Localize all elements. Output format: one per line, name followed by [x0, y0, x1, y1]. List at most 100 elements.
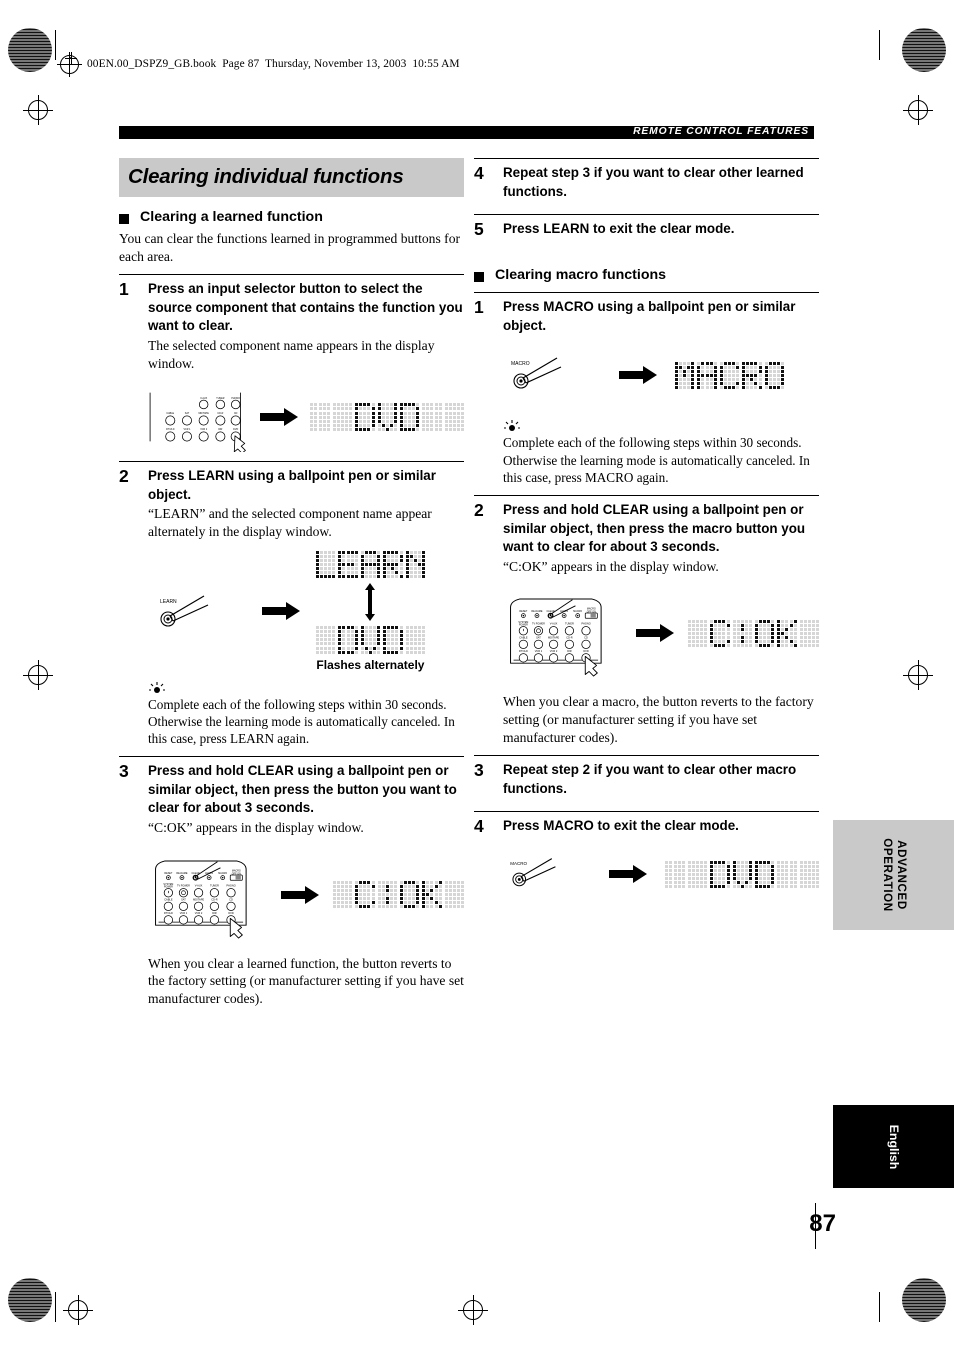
arrow-updown-icon: [365, 583, 376, 622]
lcd-character: [742, 361, 762, 390]
macro-step-1: 1 Press MACRO using a ballpoint pen or s…: [474, 292, 819, 486]
page-number: 87: [809, 1210, 836, 1237]
figure-step2-learn-press: LEARN Flashes alternately: [148, 550, 464, 672]
svg-text:SAT: SAT: [536, 636, 541, 640]
figure-macro-step4: MACRO: [503, 848, 819, 900]
svg-text:DTV/LD: DTV/LD: [166, 428, 175, 431]
step-number: 1: [119, 279, 129, 300]
lcd-character: [360, 626, 381, 654]
left-column: Clearing individual functions Clearing a…: [119, 158, 464, 1007]
step-title: Press MACRO to exit the clear mode.: [503, 818, 739, 834]
step-number: 3: [119, 761, 129, 782]
subhead-text: Clearing macro functions: [495, 267, 667, 284]
svg-text:LEARN: LEARN: [160, 599, 177, 605]
arrow-right-icon: [635, 624, 674, 643]
step-title: Press and hold CLEAR using a ballpoint p…: [503, 501, 806, 555]
lcd-character: [754, 619, 775, 648]
registration-mark-left-mid: [23, 660, 53, 690]
step-number: 2: [119, 466, 129, 487]
svg-text:CD: CD: [229, 897, 233, 901]
svg-text:MACRO: MACRO: [573, 610, 582, 613]
remote-full-diagram: RESET RE-NAME CLEAR LEARN MACRO MACRO OF…: [510, 598, 602, 677]
lcd-character: [405, 626, 425, 654]
lcd-character: [383, 626, 403, 654]
lcd-character: [377, 880, 397, 909]
step-title: Press LEARN to exit the clear mode.: [503, 221, 735, 237]
svg-text:DVD: DVD: [233, 428, 238, 431]
registration-mark-bottom-left: [63, 1295, 93, 1325]
side-tab-section-label: ADVANCED OPERATION: [880, 838, 908, 912]
corner-registration-blob-tl: [8, 28, 52, 72]
step-title: Press an input selector button to select…: [148, 281, 463, 334]
tip-bulb-icon: [148, 681, 170, 695]
svg-text:MD/TAPE: MD/TAPE: [548, 636, 559, 640]
svg-text:TV POWER: TV POWER: [177, 884, 190, 887]
crop-mark-bl-v: [55, 1292, 56, 1322]
step-2-left: 2 Press LEARN using a ballpoint pen or s…: [119, 461, 464, 747]
book-file-header-text: 00EN.00_DSPZ9_GB.book Page 87 Thursday, …: [87, 58, 460, 70]
lcd-character: [732, 619, 752, 648]
corner-registration-blob-bl: [8, 1278, 52, 1322]
square-bullet-icon: [119, 214, 129, 224]
lcd-character: [338, 626, 358, 654]
svg-text:DIR: DIR: [567, 649, 572, 653]
svg-text:DIR: DIR: [212, 911, 217, 915]
arrow-right-icon: [262, 602, 300, 621]
svg-text:RE-NAME: RE-NAME: [176, 872, 187, 875]
pen-press-macro-diagram: MACRO: [511, 357, 562, 389]
tip-text: Complete each of the following steps wit…: [503, 435, 810, 485]
figure-step1-input-selector: V-AUX TUNER PHONO CABLE SAT MD/TAPE CD-R…: [148, 382, 464, 453]
tip-note-left: Complete each of the following steps wit…: [148, 681, 464, 748]
running-head-label: REMOTE CONTROL FEATURES: [633, 126, 809, 137]
registration-mark-left-top: [23, 95, 53, 125]
lcd-character: [799, 619, 819, 648]
crop-mark-tl-v: [55, 30, 56, 60]
registration-mark-right-mid: [903, 660, 933, 690]
right-column: 4 Repeat step 3 if you want to clear oth…: [474, 158, 819, 900]
corner-registration-blob-tr: [902, 28, 946, 72]
lcd-character: [316, 626, 336, 654]
svg-text:DTV/LD: DTV/LD: [164, 911, 173, 915]
tip-text: Complete each of the following steps wit…: [148, 696, 455, 747]
registration-mark-bottom-center: [458, 1295, 488, 1325]
svg-text:VCR 2: VCR 2: [200, 428, 208, 431]
lcd-display-macro-step4: [665, 860, 819, 889]
macro-step-2: 2 Press and hold CLEAR using a ballpoint…: [474, 494, 819, 746]
svg-text:DVD: DVD: [583, 649, 589, 653]
pen-press-learn-diagram: LEARN: [160, 595, 209, 627]
svg-text:DTV/LD: DTV/LD: [519, 649, 528, 653]
lcd-display-macro-step1: [675, 361, 784, 390]
svg-text:SAT: SAT: [181, 897, 186, 901]
lcd-character: [338, 550, 358, 579]
svg-text:V-AUX: V-AUX: [550, 622, 558, 626]
lcd-character: [799, 860, 819, 889]
lcd-character: [777, 860, 797, 889]
subhead-clearing-learned-function: Clearing a learned function: [119, 208, 464, 227]
svg-text:RE-NAME: RE-NAME: [531, 610, 542, 613]
lcd-character: [399, 880, 420, 909]
svg-text:PHONO: PHONO: [581, 622, 590, 626]
lcd-character: [710, 860, 730, 889]
svg-text:VCR 2: VCR 2: [195, 911, 203, 915]
lcd-character: [764, 361, 784, 390]
lcd-character: [360, 550, 381, 579]
step-number: 2: [474, 499, 484, 520]
svg-text:MD/TAPE: MD/TAPE: [199, 412, 210, 415]
step-title: Repeat step 2 if you want to clear other…: [503, 762, 797, 796]
crop-mark-br-v: [879, 1292, 880, 1322]
lcd-character: [444, 403, 464, 431]
subhead-clearing-macro-functions: Clearing macro functions: [474, 266, 819, 285]
side-tab-advanced-operation: ADVANCED OPERATION: [833, 820, 954, 930]
svg-text:CD-R: CD-R: [211, 897, 218, 901]
remote-selector-diagram: V-AUX TUNER PHONO CABLE SAT MD/TAPE CD-R…: [149, 392, 246, 453]
subhead-text: Clearing a learned function: [140, 209, 323, 225]
svg-text:V-AUX: V-AUX: [195, 883, 203, 887]
step-3-left: 3 Press and hold CLEAR using a ballpoint…: [119, 756, 464, 1007]
svg-text:TUNER: TUNER: [216, 397, 224, 400]
lcd-display-step3: [332, 880, 464, 909]
step-4-right: 4 Repeat step 3 if you want to clear oth…: [474, 158, 819, 201]
lcd-character: [332, 403, 353, 431]
lcd-character: [754, 860, 775, 889]
side-tab-english: English: [833, 1105, 954, 1188]
svg-text:CD-R: CD-R: [566, 636, 573, 640]
